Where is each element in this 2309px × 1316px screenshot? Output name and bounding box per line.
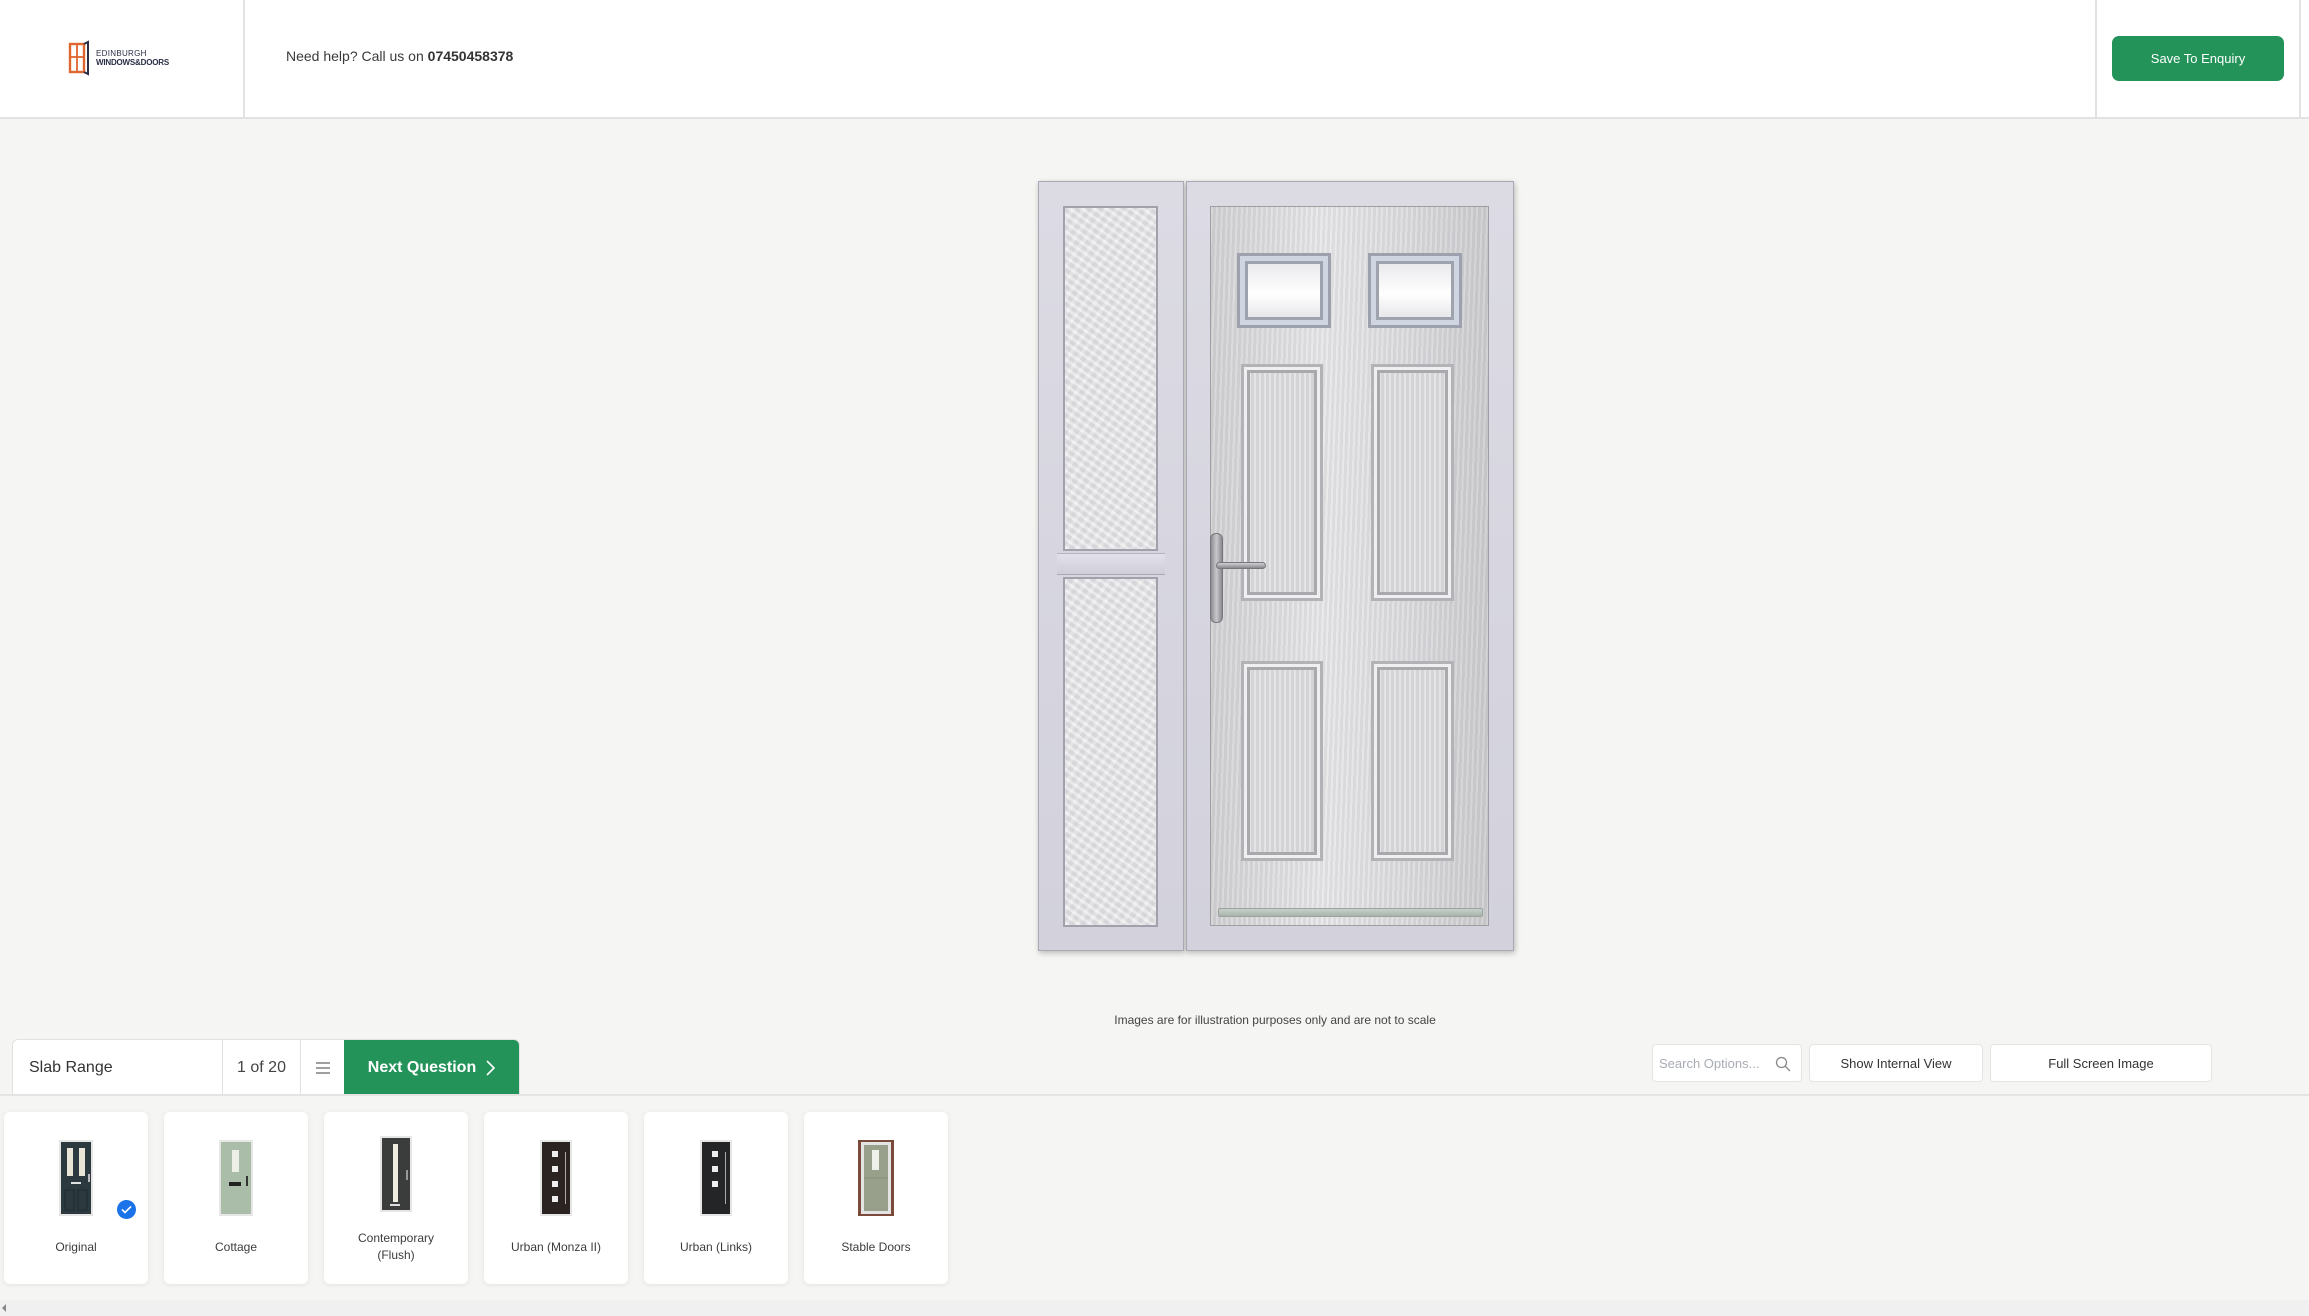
full-screen-image-button[interactable]: Full Screen Image [1990,1044,2212,1082]
option-thumbnail [219,1140,253,1221]
next-question-button[interactable]: Next Question [344,1040,519,1095]
question-bar: Slab Range 1 of 20 Next Question [12,1039,520,1095]
question-list-button[interactable] [301,1040,344,1095]
option-label: Contemporary (Flush) [357,1231,435,1262]
window-frame-logo-icon [68,40,90,76]
sidelight-transom [1057,553,1165,575]
sidelight-top-glass [1063,206,1158,551]
option-card-urban-links[interactable]: Urban (Links) [644,1112,788,1284]
door-panel-lower-right [1371,661,1454,861]
option-label: Stable Doors [841,1240,911,1254]
option-thumbnail [59,1140,93,1221]
option-label: Urban (Monza II) [510,1240,602,1254]
option-label: Urban (Links) [679,1240,753,1254]
list-menu-icon [315,1061,330,1074]
door-preview-image [1038,181,1514,951]
search-options-field[interactable] [1652,1044,1802,1082]
selected-check-icon [117,1200,136,1219]
save-to-enquiry-button[interactable]: Save To Enquiry [2112,36,2284,81]
scroll-left-arrow-icon[interactable] [2,1304,6,1312]
option-card-cottage[interactable]: Cottage [164,1112,308,1284]
help-text: Need help? Call us on 07450458378 [286,48,513,64]
logo[interactable]: EDINBURGH WINDOWS&DOORS [68,40,169,76]
search-icon[interactable] [1775,1056,1791,1072]
door-window-left [1237,253,1331,328]
option-thumbnail [700,1140,732,1221]
option-label: Original [55,1240,97,1254]
next-question-label: Next Question [367,1058,477,1076]
door-kickplate [1218,908,1483,917]
option-card-stable-doors[interactable]: Stable Doors [804,1112,948,1284]
phone-number[interactable]: 07450458378 [428,48,514,64]
disclaimer-text: Images are for illustration purposes onl… [1114,1013,1436,1027]
option-card-contemporary-flush[interactable]: Contemporary (Flush) [324,1112,468,1284]
sidelight-bottom-glass [1063,577,1158,927]
option-label: Cottage [214,1240,258,1254]
option-card-original[interactable]: Original [4,1112,148,1284]
option-card-urban-monza-ii[interactable]: Urban (Monza II) [484,1112,628,1284]
logo-cell: EDINBURGH WINDOWS&DOORS [0,0,245,117]
help-label: Need help? Call us on [286,48,428,64]
option-thumbnail [380,1136,412,1217]
logo-line-2: WINDOWS&DOORS [96,58,169,67]
logo-line-1: EDINBURGH [96,49,147,58]
question-progress: 1 of 20 [223,1040,301,1095]
door-handle-lever [1216,562,1266,569]
horizontal-scrollbar[interactable] [0,1300,2309,1316]
option-thumbnail [540,1140,572,1221]
door-handle-plate [1210,533,1223,623]
chevron-right-icon [486,1059,496,1076]
option-thumbnail [858,1140,894,1221]
search-options-input[interactable] [1659,1045,1771,1081]
show-internal-view-button[interactable]: Show Internal View [1809,1044,1983,1082]
toolbar-divider [0,1094,2309,1096]
door-panel-upper-right [1371,364,1454,601]
question-title: Slab Range [13,1040,223,1095]
door-window-right [1368,253,1462,328]
door-panel-lower-left [1241,661,1323,861]
logo-text: EDINBURGH WINDOWS&DOORS [96,49,169,67]
header: EDINBURGH WINDOWS&DOORS Need help? Call … [0,0,2309,119]
options-list: Original Cottage Contemporary (Flush) Ur… [4,1112,948,1284]
